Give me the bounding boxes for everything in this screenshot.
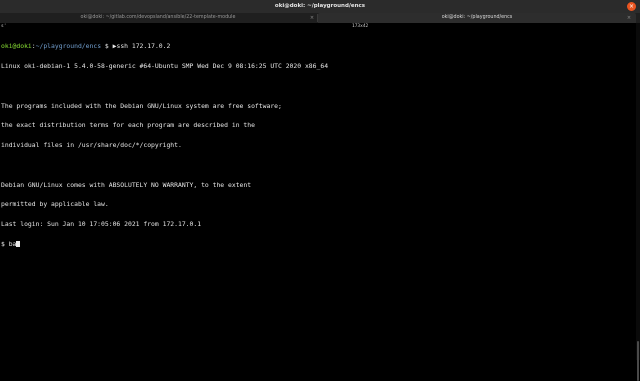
tab-ansible-template-module[interactable]: oki@doki: ~/gitlab.com/devopsland/ansibl… (0, 13, 316, 23)
output-line: Linux oki-debian-1 5.4.0-58-generic #64-… (1, 61, 329, 70)
output-line: individual files in /usr/share/doc/*/cop… (1, 141, 182, 150)
command-text: ssh 172.17.0.2 (116, 42, 171, 51)
prompt-line: oki@doki:~/playground/encs $ ▶ssh 172.17… (1, 42, 171, 51)
prompt-symbol: $ (101, 42, 113, 51)
output-line: Last login: Sun Jan 10 17:05:06 2021 fro… (1, 220, 202, 229)
output-line: The programs included with the Debian GN… (1, 101, 282, 110)
current-input: $ ba (1, 240, 17, 248)
tab-bar: oki@doki: ~/gitlab.com/devopsland/ansibl… (0, 13, 640, 23)
window-titlebar[interactable]: oki@doki: ~/playground/encs × (0, 0, 640, 13)
terminal-output[interactable]: oki@doki:~/playground/encs $ ▶ssh 172.17… (1, 30, 631, 360)
terminal-size-indicator: 173x42 (352, 24, 369, 29)
output-line: permitted by applicable law. (1, 200, 109, 209)
output-line: the exact distribution terms for each pr… (1, 121, 255, 130)
prompt-path: ~/playground/encs (35, 42, 102, 51)
close-window-button[interactable]: × (627, 2, 636, 11)
output-line: Debian GNU/Linux comes with ABSOLUTELY N… (1, 180, 252, 189)
prompt-user: oki@doki (1, 42, 32, 51)
tab-close-icon[interactable]: × (308, 13, 316, 23)
terminal-scrollbar[interactable] (636, 23, 640, 381)
input-line[interactable]: $ ba (1, 241, 631, 248)
corner-glyph: s' (1, 24, 7, 29)
window-title: oki@doki: ~/playground/encs (274, 3, 366, 9)
scrollbar-thumb[interactable] (637, 341, 639, 381)
tab-playground-encs[interactable]: oki@doki: ~/playground/encs (318, 13, 636, 23)
text-cursor (16, 241, 21, 248)
tab-close-icon[interactable]: × (625, 13, 633, 23)
